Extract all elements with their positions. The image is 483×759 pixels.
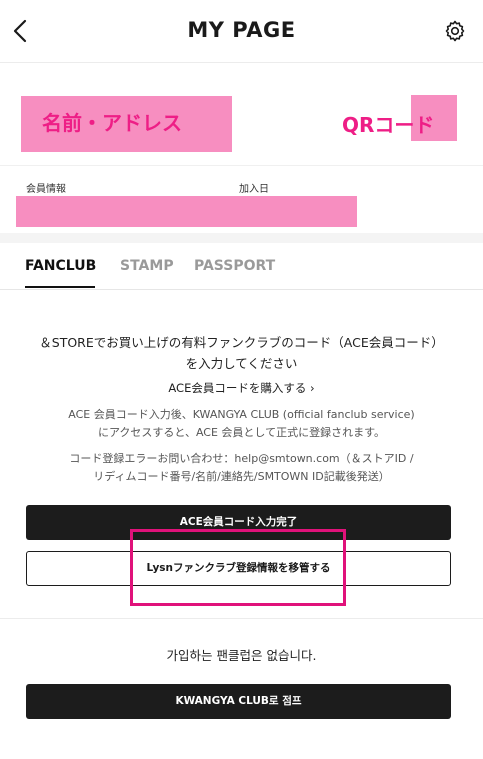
description-line-1: ACE 会員コード入力後、KWANGYA CLUB (official fanc… [68,408,415,421]
registration-description: ACE 会員コード入力後、KWANGYA CLUB (official fanc… [0,406,483,442]
profile-divider [0,165,483,166]
gear-icon [445,20,465,42]
code-entry-complete-button[interactable]: ACE会員コード入力完了 [26,505,451,540]
member-info-label: 会員情報 [26,184,66,195]
bottom-divider [0,618,483,619]
name-address-overlay: 名前・アドレス [42,111,182,135]
page-title: MY PAGE [187,18,296,42]
section-divider-band [0,233,483,243]
error-contact-line-2: リディムコード番号/名前/連絡先/SMTOWN ID記載後発送） [93,470,390,483]
error-contact-info: コード登録エラーお問い合わせ：help@smtown.com（＆ストアID / … [0,450,483,486]
tab-bar-divider [0,289,483,290]
code-notice-line-2: を入力してください [185,356,298,371]
tab-passport[interactable]: PASSPORT [194,258,275,274]
profile-section: 名前・アドレス QRコード 会員情報 加入日 [0,63,483,233]
transfer-lysn-registration-button[interactable]: Lysnファンクラブ登録情報を移管する [26,551,451,586]
settings-button[interactable] [443,19,467,43]
join-date-label: 加入日 [239,184,269,195]
code-notice-line-1: ＆STOREでお買い上げの有料ファンクラブのコード（ACE会員コード） [39,335,444,350]
buy-code-link[interactable]: ACE会員コードを購入する › [0,380,483,396]
error-contact-line-1: コード登録エラーお問い合わせ：help@smtown.com（＆ストアID / [69,452,414,465]
code-notice: ＆STOREでお買い上げの有料ファンクラブのコード（ACE会員コード） を入力し… [0,332,483,374]
tab-fanclub[interactable]: FANCLUB [25,258,96,274]
qr-code-overlay: QRコード [342,113,435,137]
header: MY PAGE [0,0,483,63]
active-tab-indicator [25,286,95,288]
tab-stamp[interactable]: STAMP [120,258,174,274]
description-line-2: にアクセスすると、ACE 会員として正式に登録されます。 [97,426,386,439]
tab-bar: FANCLUB STAMP PASSPORT [0,243,483,290]
kwangya-club-jump-button[interactable]: KWANGYA CLUB로 점프 [26,684,451,719]
member-info-redaction [16,196,357,227]
no-fanclub-message: 가입하는 팬클럽은 없습니다. [166,648,317,663]
